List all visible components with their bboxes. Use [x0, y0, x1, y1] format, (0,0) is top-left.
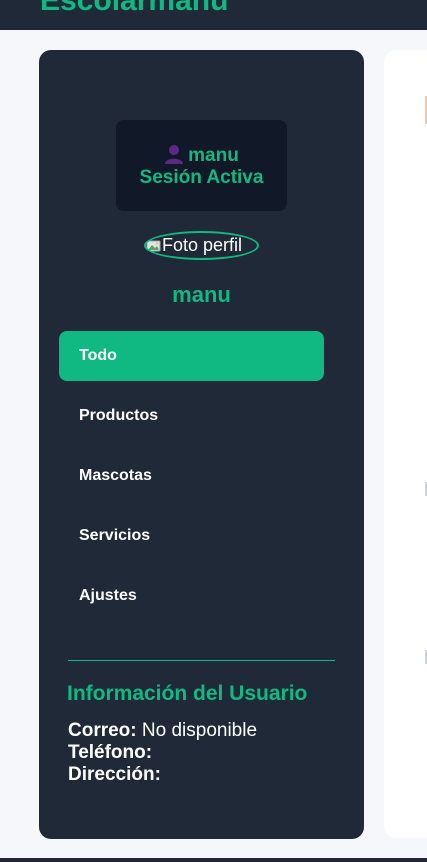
sidebar: manu Sesión Activa Foto perfil manu Todo… [39, 50, 364, 839]
session-user: manu [116, 144, 287, 167]
nav-item-todo[interactable]: Todo [59, 331, 324, 381]
email-value: No disponible [141, 720, 258, 741]
nav-item-productos[interactable]: Productos [59, 391, 324, 441]
email-label: Correo: [68, 720, 137, 741]
phone-label: Teléfono: [68, 742, 153, 763]
session-card: manu Sesión Activa [116, 120, 287, 211]
session-username: manu [188, 145, 239, 166]
sidebar-divider [68, 660, 335, 661]
nav-item-ajustes[interactable]: Ajustes [59, 571, 324, 621]
profile-photo-alt: Foto perfil [162, 235, 243, 255]
address-row: Dirección: [68, 764, 257, 786]
address-label: Dirección: [68, 764, 161, 785]
nav-item-mascotas[interactable]: Mascotas [59, 451, 324, 501]
user-icon [165, 145, 184, 164]
email-row: Correo: No disponible [68, 720, 257, 742]
profile-name: manu [172, 282, 231, 307]
nav-item-servicios[interactable]: Servicios [59, 511, 324, 561]
user-info-details: Correo: No disponible Teléfono: Direcció… [68, 720, 257, 786]
phone-row: Teléfono: [68, 742, 257, 764]
user-info-title: Información del Usuario [67, 682, 308, 705]
top-header: Escolarmanu [0, 0, 427, 30]
profile-photo[interactable]: Foto perfil [144, 231, 259, 260]
brand-title[interactable]: Escolarmanu [40, 0, 228, 18]
bottom-border [0, 858, 427, 862]
main-content-panel [384, 50, 427, 838]
session-status: Sesión Activa [139, 167, 264, 188]
broken-image-icon [146, 240, 161, 252]
